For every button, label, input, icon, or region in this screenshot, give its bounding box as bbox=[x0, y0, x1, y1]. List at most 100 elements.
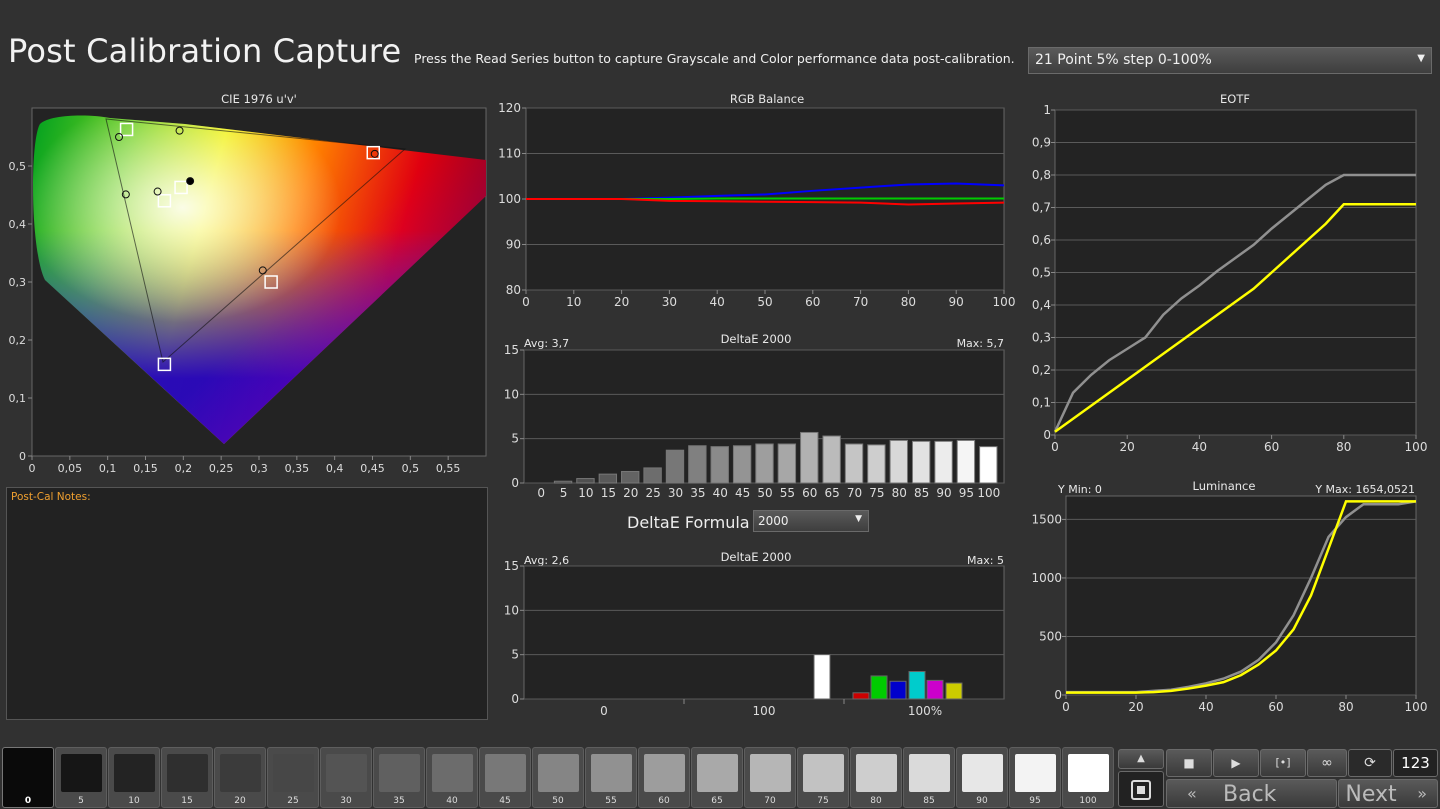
patch-swatch-35[interactable]: 35 bbox=[373, 747, 425, 808]
cie-x-tick: 0,15 bbox=[133, 462, 158, 475]
series-dropdown-value: 21 Point 5% step 0-100% bbox=[1035, 52, 1212, 68]
x-tick-label: 80 bbox=[901, 295, 916, 309]
y-tick-label: 110 bbox=[498, 147, 521, 161]
back-button[interactable]: « Back bbox=[1166, 779, 1337, 808]
patch-swatch-40[interactable]: 40 bbox=[426, 747, 478, 808]
post-cal-notes[interactable]: Post-Cal Notes: bbox=[6, 487, 488, 720]
patch-swatch-95[interactable]: 95 bbox=[1009, 747, 1061, 808]
patch-swatch-0[interactable]: 0 bbox=[2, 747, 54, 808]
deltae-color-bar bbox=[814, 655, 830, 699]
patch-swatch-50[interactable]: 50 bbox=[532, 747, 584, 808]
cie-y-tick: 0,4 bbox=[9, 218, 27, 231]
y-tick-label: 0,1 bbox=[1032, 396, 1051, 410]
deltae-gray-bar bbox=[801, 432, 818, 483]
swatch-color bbox=[379, 754, 420, 792]
y-tick-label: 10 bbox=[504, 387, 519, 401]
cie-x-tick: 0,5 bbox=[402, 462, 420, 475]
deltae-gray-bar bbox=[823, 436, 840, 483]
deltae-gray-bar bbox=[957, 440, 974, 483]
patch-swatch-100[interactable]: 100 bbox=[1062, 747, 1114, 808]
patch-swatch-30[interactable]: 30 bbox=[320, 747, 372, 808]
deltae-color-x-label: 0 bbox=[600, 704, 608, 718]
deltae-color-bar bbox=[927, 680, 943, 699]
patch-swatch-15[interactable]: 15 bbox=[161, 747, 213, 808]
deltae-gray-bar bbox=[868, 445, 885, 483]
patch-swatch-55[interactable]: 55 bbox=[585, 747, 637, 808]
deltae-gray-x-label: 15 bbox=[601, 486, 616, 500]
patch-swatch-45[interactable]: 45 bbox=[479, 747, 531, 808]
y-tick-label: 500 bbox=[1039, 629, 1062, 643]
read-single-button[interactable]: [•] bbox=[1260, 749, 1306, 777]
deltae-gray-bar bbox=[935, 441, 952, 483]
deltae-gray-bar bbox=[599, 474, 616, 483]
y-tick-label: 0 bbox=[511, 692, 519, 706]
next-button[interactable]: Next » bbox=[1338, 779, 1438, 808]
deltae-gray-bar bbox=[711, 447, 728, 483]
patch-swatch-75[interactable]: 75 bbox=[797, 747, 849, 808]
stop-icon bbox=[1131, 780, 1151, 800]
swatch-label: 80 bbox=[851, 796, 901, 806]
chevron-down-icon: ▼ bbox=[1417, 53, 1425, 64]
swatch-label: 10 bbox=[109, 796, 159, 806]
cie-y-tick: 0,2 bbox=[9, 334, 27, 347]
swatch-color bbox=[114, 754, 155, 792]
deltae-gray-title: DeltaE 2000 bbox=[721, 332, 792, 346]
deltae-color-x-label: 100 bbox=[753, 704, 776, 718]
x-tick-label: 60 bbox=[1268, 700, 1283, 714]
swatch-color bbox=[909, 754, 950, 792]
stop-read-button[interactable]: ■ bbox=[1166, 749, 1212, 777]
swatch-label: 65 bbox=[692, 796, 742, 806]
swatch-label: 50 bbox=[533, 796, 583, 806]
series-dropdown[interactable]: 21 Point 5% step 0-100% ▼ bbox=[1028, 47, 1432, 74]
patch-swatch-70[interactable]: 70 bbox=[744, 747, 796, 808]
patch-swatch-90[interactable]: 90 bbox=[956, 747, 1008, 808]
y-tick-label: 10 bbox=[504, 603, 519, 617]
x-tick-label: 70 bbox=[853, 295, 868, 309]
deltae-gray-x-label: 100 bbox=[977, 486, 1000, 500]
patch-swatch-25[interactable]: 25 bbox=[267, 747, 319, 808]
patch-swatch-10[interactable]: 10 bbox=[108, 747, 160, 808]
swatch-label: 55 bbox=[586, 796, 636, 806]
cie-x-tick: 0,2 bbox=[175, 462, 193, 475]
swatch-color bbox=[856, 754, 897, 792]
swatch-color bbox=[485, 754, 526, 792]
cie-y-tick: 0 bbox=[19, 450, 26, 463]
y-tick-label: 100 bbox=[498, 192, 521, 206]
deltae-color-bar bbox=[909, 672, 925, 699]
swatch-color bbox=[8, 754, 49, 792]
deltae-gray-x-label: 10 bbox=[578, 486, 593, 500]
y-tick-label: 0,6 bbox=[1032, 233, 1051, 247]
deltae-color-title: DeltaE 2000 bbox=[721, 550, 792, 564]
patch-swatch-5[interactable]: 5 bbox=[55, 747, 107, 808]
patch-swatch-85[interactable]: 85 bbox=[903, 747, 955, 808]
y-tick-label: 80 bbox=[506, 283, 521, 297]
cie-x-tick: 0,3 bbox=[250, 462, 268, 475]
next-button-label: Next bbox=[1331, 781, 1411, 809]
deltae-grayscale-chart: Avg: 3,7 DeltaE 2000 Max: 5,7 0510150510… bbox=[494, 330, 1024, 500]
x-tick-label: 40 bbox=[710, 295, 725, 309]
deltae-gray-x-label: 90 bbox=[936, 486, 951, 500]
y-tick-label: 0 bbox=[1054, 688, 1062, 702]
patch-swatch-65[interactable]: 65 bbox=[691, 747, 743, 808]
deltae-gray-bar bbox=[733, 446, 750, 483]
patch-swatch-80[interactable]: 80 bbox=[850, 747, 902, 808]
deltae-gray-bar bbox=[845, 444, 862, 483]
square-icon: ■ bbox=[1183, 756, 1194, 770]
continuous-read-button[interactable]: ∞ bbox=[1307, 749, 1347, 777]
patch-swatch-20[interactable]: 20 bbox=[214, 747, 266, 808]
deltae-formula-dropdown[interactable]: 2000 ▼ bbox=[753, 510, 869, 532]
refresh-button[interactable]: ⟳ bbox=[1348, 749, 1392, 777]
deltae-color-max: Max: 5 bbox=[967, 554, 1004, 567]
deltae-gray-x-label: 5 bbox=[560, 486, 568, 500]
rgb-balance-chart: RGB Balance 8090100110120010203040506070… bbox=[494, 90, 1024, 312]
cie-y-tick: 0,5 bbox=[9, 160, 27, 173]
stop-button[interactable] bbox=[1118, 771, 1164, 807]
y-tick-label: 1500 bbox=[1031, 512, 1062, 526]
deltae-gray-x-label: 65 bbox=[825, 486, 840, 500]
swatch-label: 0 bbox=[3, 796, 53, 806]
play-button[interactable]: ▶ bbox=[1213, 749, 1259, 777]
patch-swatch-60[interactable]: 60 bbox=[638, 747, 690, 808]
scroll-up-button[interactable]: ▲ bbox=[1118, 749, 1164, 769]
deltae-gray-x-label: 85 bbox=[914, 486, 929, 500]
play-icon: ▶ bbox=[1231, 756, 1240, 770]
